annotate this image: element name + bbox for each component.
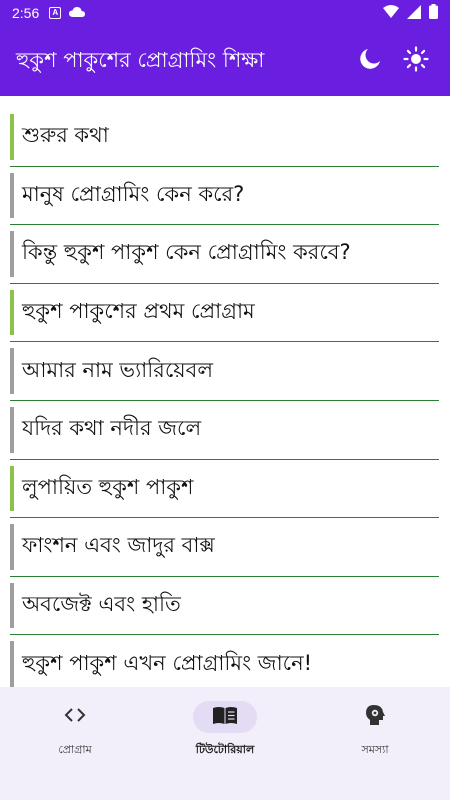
- dark-mode-button[interactable]: [352, 43, 388, 79]
- lesson-accent-bar: [10, 524, 14, 570]
- nav-label: প্রোগ্রাম: [58, 743, 92, 756]
- nav-pill: [343, 701, 407, 733]
- lesson-item[interactable]: শুরুর কথা: [10, 108, 439, 167]
- lesson-item[interactable]: যদির কথা নদীর জলে: [10, 401, 439, 460]
- lesson-item[interactable]: ফাংশন এবং জাদুর বাক্স: [10, 518, 439, 577]
- nav-label: টিউটোরিয়াল: [195, 743, 255, 756]
- lesson-accent-bar: [10, 406, 14, 453]
- app-title: হুকুশ পাকুশের প্রোগ্রামিং শিক্ষা: [16, 47, 265, 72]
- lesson-accent-bar: [10, 465, 14, 512]
- book-icon: [212, 705, 238, 729]
- code-icon: [63, 705, 87, 729]
- nav-label: সমস্যা: [361, 743, 389, 756]
- lesson-label: হুকুশ পাকুশের প্রথম প্রোগ্রাম: [22, 299, 255, 324]
- lesson-label: অবজেক্ট এবং হাতি: [22, 592, 181, 617]
- gesture-area: [0, 774, 450, 800]
- lesson-list: শুরুর কথা মানুষ প্রোগ্রামিং কেন করে? কিন…: [0, 108, 450, 694]
- nav-tab-problems[interactable]: সমস্যা: [300, 687, 450, 774]
- nav-pill: [43, 701, 107, 733]
- battery-icon: [429, 4, 438, 22]
- moon-icon: [358, 47, 382, 75]
- wifi-icon: [383, 4, 399, 22]
- status-time: 2:56: [12, 5, 40, 21]
- nav-pill: [193, 701, 257, 733]
- lesson-item[interactable]: অবজেক্ট এবং হাতি: [10, 577, 439, 636]
- cloud-icon: [69, 5, 86, 21]
- lesson-item[interactable]: মানুষ প্রোগ্রামিং কেন করে?: [10, 167, 439, 226]
- lesson-accent-bar: [10, 289, 14, 336]
- lesson-label: শুরুর কথা: [22, 123, 109, 148]
- lesson-label: আমার নাম ভ্যারিয়েবল: [22, 357, 213, 382]
- nav-tab-program[interactable]: প্রোগ্রাম: [0, 687, 150, 774]
- lesson-item[interactable]: হুকুশ পাকুশের প্রথম প্রোগ্রাম: [10, 284, 439, 343]
- nav-tab-tutorial[interactable]: টিউটোরিয়াল: [150, 687, 300, 774]
- lesson-label: কিন্তু হুকুশ পাকুশ কেন প্রোগ্রামিং করবে?: [22, 240, 351, 265]
- head-gear-icon: [365, 704, 385, 730]
- lesson-accent-bar: [10, 582, 14, 629]
- app-bar: হুকুশ পাকুশের প্রোগ্রামিং শিক্ষা: [0, 26, 450, 96]
- status-bar: 2:56 A: [0, 0, 450, 26]
- lesson-accent-bar: [10, 231, 14, 277]
- lesson-item[interactable]: কিন্তু হুকুশ পাকুশ কেন প্রোগ্রামিং করবে?: [10, 225, 439, 284]
- bottom-navigation: প্রোগ্রাম টিউটোরিয়াল সমস্যা: [0, 687, 450, 774]
- lesson-label: লুপায়িত হুকুশ পাকুশ: [22, 474, 194, 499]
- sun-icon: [403, 46, 429, 76]
- lesson-label: মানুষ প্রোগ্রামিং কেন করে?: [22, 181, 245, 206]
- lesson-item[interactable]: হুকুশ পাকুশ এখন প্রোগ্রামিং জানে!: [10, 635, 439, 694]
- lesson-label: হুকুশ পাকুশ এখন প্রোগ্রামিং জানে!: [22, 650, 313, 675]
- lesson-accent-bar: [10, 348, 14, 394]
- lesson-item[interactable]: লুপায়িত হুকুশ পাকুশ: [10, 460, 439, 519]
- lesson-label: ফাংশন এবং জাদুর বাক্স: [22, 533, 215, 558]
- lesson-accent-bar: [10, 641, 14, 687]
- lesson-label: যদির কথা নদীর জলে: [22, 416, 202, 441]
- lesson-accent-bar: [10, 114, 14, 160]
- signal-icon: [407, 4, 421, 22]
- lesson-accent-bar: [10, 172, 14, 219]
- light-mode-button[interactable]: [398, 43, 434, 79]
- lesson-item[interactable]: আমার নাম ভ্যারিয়েবল: [10, 342, 439, 401]
- text-a-icon: A: [49, 7, 62, 19]
